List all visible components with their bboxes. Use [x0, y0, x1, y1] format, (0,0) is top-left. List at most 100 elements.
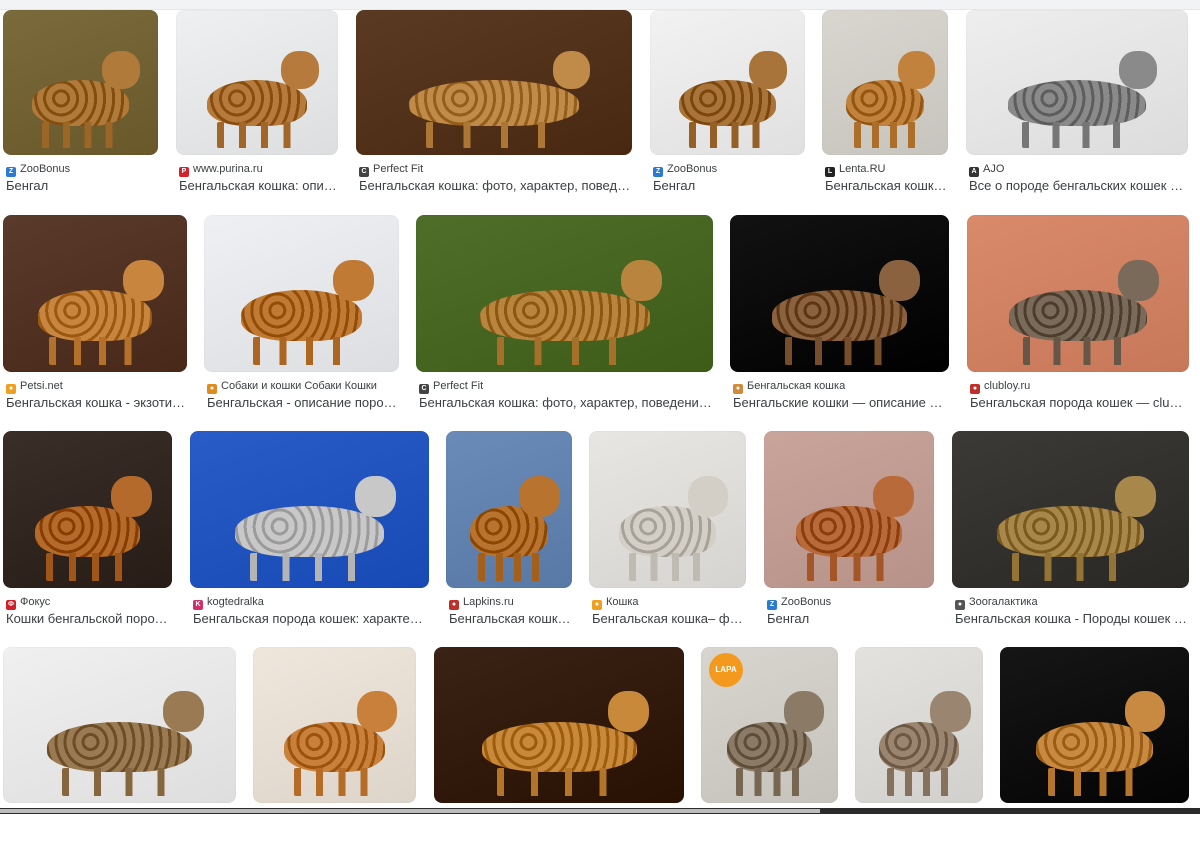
result-thumbnail[interactable] — [589, 431, 746, 588]
image-result-card[interactable] — [434, 647, 684, 853]
result-title-link[interactable]: Бенгальская кошка– ф… — [592, 611, 745, 627]
result-source[interactable]: ● clubloy.ru — [970, 380, 1186, 394]
cat-legs-shape — [42, 122, 119, 149]
result-thumbnail[interactable] — [3, 10, 158, 155]
image-result-card[interactable]: ● Petsi.net Бенгальская кошка - экзоти… — [3, 215, 187, 422]
image-result-card[interactable]: ● Кошка Бенгальская кошка– ф… — [589, 431, 746, 638]
source-site-name: Бенгальская кошка — [747, 380, 846, 392]
image-result-card[interactable]: ● Lapkins.ru Бенгальская кошк… — [446, 431, 572, 638]
result-thumbnail[interactable] — [356, 10, 632, 155]
result-source[interactable]: Z ZooBonus — [653, 163, 802, 177]
result-title-link[interactable]: Бенгальская - описание поро… — [207, 395, 398, 411]
result-title-link[interactable]: Кошки бенгальской пород… — [6, 611, 171, 627]
result-source[interactable]: C Perfect Fit — [419, 380, 710, 394]
result-source[interactable]: C Perfect Fit — [359, 163, 629, 177]
result-title-link[interactable]: Бенгальская кошк… — [825, 178, 947, 194]
result-title-link[interactable]: Бенгальская кошка: фото, характер, повед… — [359, 178, 631, 194]
result-source[interactable]: ● Lapkins.ru — [449, 596, 569, 610]
result-source[interactable]: ● Petsi.net — [6, 380, 184, 394]
result-thumbnail[interactable] — [822, 10, 948, 155]
result-thumbnail[interactable] — [764, 431, 934, 588]
site-favicon-icon: ● — [955, 600, 965, 610]
result-title-link[interactable]: Бенгальские кошки — описание п… — [733, 395, 948, 411]
scrollbar-thumb[interactable] — [0, 809, 820, 813]
source-site-name: Perfect Fit — [373, 163, 424, 175]
result-title-link[interactable]: Все о породе бенгальских кошек - … — [969, 178, 1187, 194]
cat-head-shape — [930, 691, 971, 732]
image-result-card[interactable]: L Lenta.RU Бенгальская кошк… — [822, 10, 948, 205]
result-title-link[interactable]: Бенгальская кошка - Породы кошек | … — [955, 611, 1188, 627]
result-source[interactable]: Z ZooBonus — [767, 596, 931, 610]
result-thumbnail[interactable] — [204, 215, 399, 372]
result-title-link[interactable]: Бенгал — [767, 611, 933, 627]
image-result-card[interactable]: LAPA — [701, 647, 838, 853]
result-thumbnail[interactable] — [190, 431, 429, 588]
image-result-card[interactable] — [1000, 647, 1189, 853]
site-favicon-icon: L — [825, 167, 835, 177]
cat-body-shape — [47, 721, 192, 772]
cat-legs-shape — [735, 767, 804, 796]
image-result-card[interactable]: ● Собаки и кошки Собаки Кошки Бенгальская … — [204, 215, 399, 422]
image-result-card[interactable]: Ф Фокус Кошки бенгальской пород… — [3, 431, 172, 638]
image-result-card[interactable]: ● Бенгальская кошка Бенгальские кошки — оп… — [730, 215, 949, 422]
image-result-card[interactable]: A AJO Все о породе бенгальских кошек - … — [966, 10, 1188, 205]
result-source[interactable]: ● Кошка — [592, 596, 743, 610]
result-source[interactable]: Kkogtedralka — [193, 596, 426, 610]
result-title-link[interactable]: Бенгальская кошка: фото, характер, повед… — [419, 395, 712, 411]
result-title-link[interactable]: Бенгальская порода кошек — clubl… — [970, 395, 1188, 411]
result-source[interactable]: Ф Фокус — [6, 596, 169, 610]
image-result-card[interactable]: ● clubloy.ru Бенгальская порода кошек — cl… — [967, 215, 1189, 422]
result-source[interactable]: Pwww.purina.ru — [179, 163, 335, 177]
horizontal-scrollbar[interactable] — [0, 808, 1200, 814]
result-source[interactable]: ● Зоогалактика — [955, 596, 1186, 610]
result-thumbnail[interactable] — [650, 10, 805, 155]
cat-head-shape — [1115, 475, 1157, 517]
result-thumbnail[interactable] — [966, 10, 1188, 155]
cat-head-shape — [783, 691, 825, 732]
result-source[interactable]: L Lenta.RU — [825, 163, 945, 177]
result-thumbnail[interactable] — [3, 215, 187, 372]
image-result-card[interactable] — [253, 647, 416, 853]
result-title-link[interactable]: Бенгальская кошка: опи… — [179, 178, 337, 194]
image-result-card[interactable]: C Perfect Fit Бенгальская кошка: фото, хар… — [416, 215, 713, 422]
image-result-card[interactable] — [3, 647, 236, 853]
result-thumbnail[interactable] — [434, 647, 684, 803]
image-result-card[interactable]: ● Зоогалактика Бенгальская кошка - Породы … — [952, 431, 1189, 638]
result-source[interactable]: ● Собаки и кошки Собаки Кошки — [207, 380, 396, 394]
image-result-card[interactable]: Pwww.purina.ru Бенгальская кошка: опи… — [176, 10, 338, 205]
source-site-name: Perfect Fit — [433, 380, 484, 392]
result-thumbnail[interactable] — [1000, 647, 1189, 803]
result-source[interactable]: A AJO — [969, 163, 1185, 177]
result-title-link[interactable]: Бенгал — [653, 178, 804, 194]
result-title-link[interactable]: Бенгальская кошка - экзоти… — [6, 395, 186, 411]
cat-head-shape — [897, 51, 936, 89]
result-source[interactable]: ● Бенгальская кошка — [733, 380, 946, 394]
result-thumbnail[interactable] — [176, 10, 338, 155]
cat-head-shape — [878, 259, 920, 301]
result-thumbnail[interactable] — [967, 215, 1189, 372]
result-thumbnail[interactable] — [446, 431, 572, 588]
result-thumbnail[interactable] — [416, 215, 713, 372]
result-title-link[interactable]: Бенгал — [6, 178, 157, 194]
image-result-card[interactable]: Z ZooBonus Бенгал — [3, 10, 158, 205]
result-thumbnail[interactable] — [855, 647, 983, 803]
result-thumbnail[interactable] — [730, 215, 949, 372]
image-result-card[interactable] — [855, 647, 983, 853]
result-thumbnail[interactable] — [952, 431, 1189, 588]
result-title-link[interactable]: Бенгальская кошк… — [449, 611, 571, 627]
result-title-link[interactable]: Бенгальская порода кошек: характер… — [193, 611, 428, 627]
image-result-card[interactable]: Z ZooBonus Бенгал — [650, 10, 805, 205]
site-favicon-icon: C — [359, 167, 369, 177]
image-result-card[interactable]: C Perfect Fit Бенгальская кошка: фото, хар… — [356, 10, 632, 205]
cat-legs-shape — [1011, 552, 1130, 581]
result-thumbnail[interactable] — [3, 647, 236, 803]
result-thumbnail[interactable] — [3, 431, 172, 588]
image-result-card[interactable]: Z ZooBonus Бенгал — [764, 431, 934, 638]
result-thumbnail[interactable]: LAPA — [701, 647, 838, 803]
source-site-name: clubloy.ru — [984, 380, 1031, 392]
cat-head-shape — [102, 51, 140, 89]
site-favicon-icon: Z — [767, 600, 777, 610]
result-thumbnail[interactable] — [253, 647, 416, 803]
image-result-card[interactable]: Kkogtedralka Бенгальская порода кошек: ха… — [190, 431, 429, 638]
result-source[interactable]: Z ZooBonus — [6, 163, 155, 177]
